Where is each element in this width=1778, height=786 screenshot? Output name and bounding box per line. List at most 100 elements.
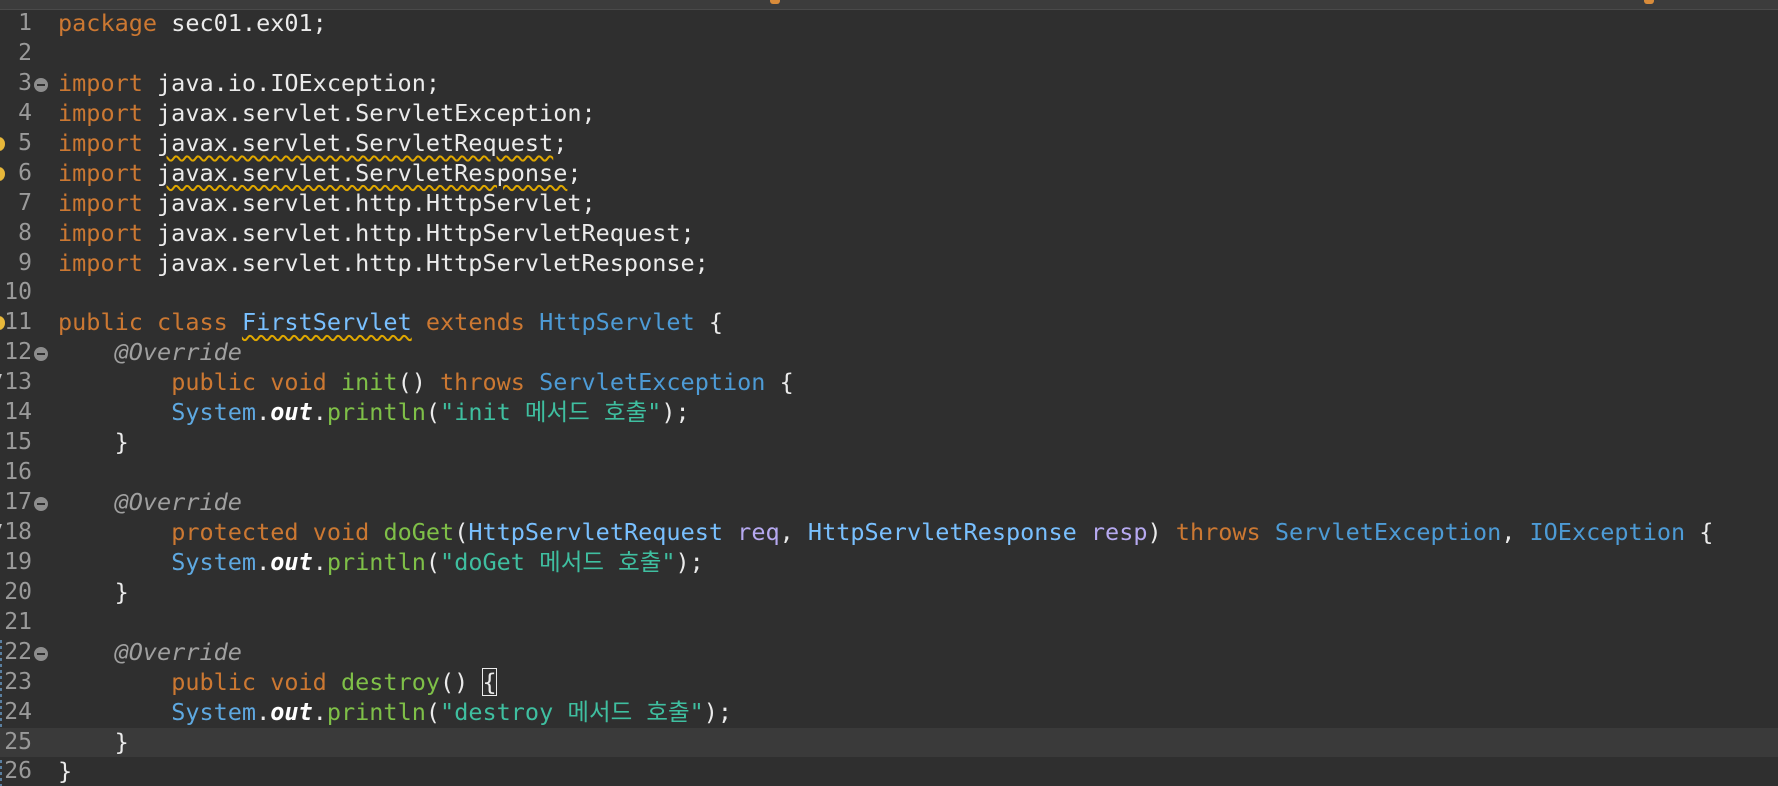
code-line[interactable]: 17 @Override: [0, 488, 1778, 518]
code-token: sec01.ex01;: [157, 9, 327, 37]
code-line[interactable]: 26}: [0, 757, 1778, 786]
code-text[interactable]: System.out.println("init 메서드 호출");: [58, 398, 689, 428]
code-line[interactable]: 4 import javax.servlet.ServletException;: [0, 99, 1778, 129]
code-line[interactable]: 6 import javax.servlet.ServletResponse;: [0, 159, 1778, 189]
code-token: FirstServlet: [241, 308, 412, 337]
code-token: javax.servlet.ServletResponse: [157, 158, 568, 187]
code-text[interactable]: import javax.servlet.ServletException;: [58, 99, 596, 129]
code-token: doGet: [383, 517, 455, 546]
code-token: println: [326, 547, 426, 576]
fold-collapse-icon[interactable]: [34, 77, 48, 92]
code-line[interactable]: 1 package sec01.ex01;: [0, 9, 1778, 39]
code-token: javax.servlet.ServletException;: [142, 98, 596, 127]
code-token: {: [694, 308, 724, 337]
code-text[interactable]: import javax.servlet.http.HttpServletRes…: [58, 249, 709, 279]
code-line[interactable]: 11 public class FirstServlet extends Http…: [0, 308, 1778, 338]
line-number: 2: [18, 39, 32, 66]
line-number: 15: [4, 429, 32, 456]
code-line[interactable]: 24 System.out.println("destroy 메서드 호출");: [0, 698, 1778, 728]
code-line[interactable]: 9 import javax.servlet.http.HttpServletRe…: [0, 249, 1778, 279]
code-token: ;: [553, 128, 568, 157]
code-text[interactable]: import javax.servlet.http.HttpServletReq…: [58, 219, 695, 249]
code-line[interactable]: 13 public void init() throws ServletExce…: [0, 368, 1778, 398]
line-number: 13: [4, 369, 32, 396]
code-text[interactable]: protected void doGet(HttpServletRequest …: [58, 518, 1713, 548]
code-token: ): [1147, 517, 1176, 546]
code-editor[interactable]: 1 package sec01.ex01; 2 3 import java.io.IOE…: [0, 0, 1778, 786]
code-token: public: [171, 667, 257, 696]
code-text[interactable]: public void init() throws ServletExcepti…: [58, 368, 794, 398]
code-line[interactable]: 21: [0, 608, 1778, 638]
fold-collapse-icon[interactable]: [34, 497, 48, 511]
code-text[interactable]: @Override: [58, 338, 242, 368]
code-text[interactable]: import java.io.IOException;: [58, 69, 440, 99]
fold-collapse-icon[interactable]: [34, 347, 48, 362]
code-text[interactable]: @Override: [58, 488, 242, 518]
code-token: (): [397, 368, 441, 397]
code-line[interactable]: 5 import javax.servlet.ServletRequest;: [0, 129, 1778, 159]
code-text[interactable]: import javax.servlet.http.HttpServlet;: [58, 189, 596, 219]
code-text[interactable]: public void destroy() {: [58, 667, 497, 698]
code-line[interactable]: 10: [0, 278, 1778, 308]
code-line[interactable]: 19 System.out.println("doGet 메서드 호출");: [0, 548, 1778, 578]
code-text[interactable]: import javax.servlet.ServletResponse;: [58, 159, 582, 189]
code-text[interactable]: public class FirstServlet extends HttpSe…: [58, 308, 723, 338]
code-token: (: [425, 398, 441, 427]
code-line[interactable]: 23 public void destroy() {: [0, 667, 1778, 698]
code-line[interactable]: 20 }: [0, 578, 1778, 608]
code-token: {: [765, 368, 794, 397]
code-line[interactable]: 12 @Override: [0, 338, 1778, 368]
code-token: import: [58, 158, 143, 187]
code-token: import: [58, 248, 143, 277]
code-line[interactable]: 3 import java.io.IOException;: [0, 69, 1778, 99]
code-token: javax.servlet.http.HttpServletResponse;: [142, 248, 709, 277]
line-number: 18: [4, 518, 32, 545]
line-number: 19: [4, 548, 32, 575]
code-text[interactable]: package sec01.ex01;: [58, 9, 327, 39]
code-line[interactable]: 25 }: [0, 727, 1778, 758]
code-token: class: [157, 308, 228, 337]
code-text[interactable]: import javax.servlet.ServletRequest;: [58, 129, 567, 159]
code-token: public: [58, 308, 143, 337]
line-number: 1: [18, 10, 32, 36]
code-text[interactable]: }: [58, 578, 129, 608]
code-line[interactable]: 2: [0, 39, 1778, 69]
code-text[interactable]: }: [58, 757, 72, 786]
code-token: public: [171, 368, 257, 397]
code-line[interactable]: 14 System.out.println("init 메서드 호출");: [0, 398, 1778, 428]
line-number: 20: [4, 578, 32, 605]
code-token: .: [312, 398, 327, 427]
code-area[interactable]: 1 package sec01.ex01; 2 3 import java.io.IOE…: [0, 9, 1778, 786]
code-line[interactable]: 22 @Override: [0, 638, 1778, 668]
code-token: (): [440, 667, 483, 696]
code-text[interactable]: }: [58, 728, 129, 758]
code-token: out: [270, 547, 313, 576]
code-line[interactable]: 7 import javax.servlet.http.HttpServlet;: [0, 189, 1778, 219]
code-token: import: [58, 188, 143, 217]
code-token: System: [171, 547, 257, 576]
code-token: void: [270, 667, 327, 696]
code-text[interactable]: }: [58, 428, 129, 458]
code-line[interactable]: 8 import javax.servlet.http.HttpServletRe…: [0, 219, 1778, 249]
code-token: HttpServletRequest: [468, 517, 724, 546]
code-token: (: [425, 547, 441, 576]
code-token: }: [58, 577, 129, 606]
code-text[interactable]: System.out.println("destroy 메서드 호출");: [58, 698, 732, 728]
code-token: .: [312, 547, 327, 576]
tab-marker: [770, 0, 780, 4]
code-line[interactable]: 15 }: [0, 428, 1778, 458]
code-line[interactable]: 18 protected void doGet(HttpServletReque…: [0, 518, 1778, 548]
code-text[interactable]: @Override: [58, 638, 242, 668]
fold-collapse-icon[interactable]: [34, 646, 48, 661]
code-text[interactable]: System.out.println("doGet 메서드 호출");: [58, 548, 704, 578]
code-line[interactable]: 16: [0, 458, 1778, 488]
code-token: throws: [440, 368, 525, 397]
